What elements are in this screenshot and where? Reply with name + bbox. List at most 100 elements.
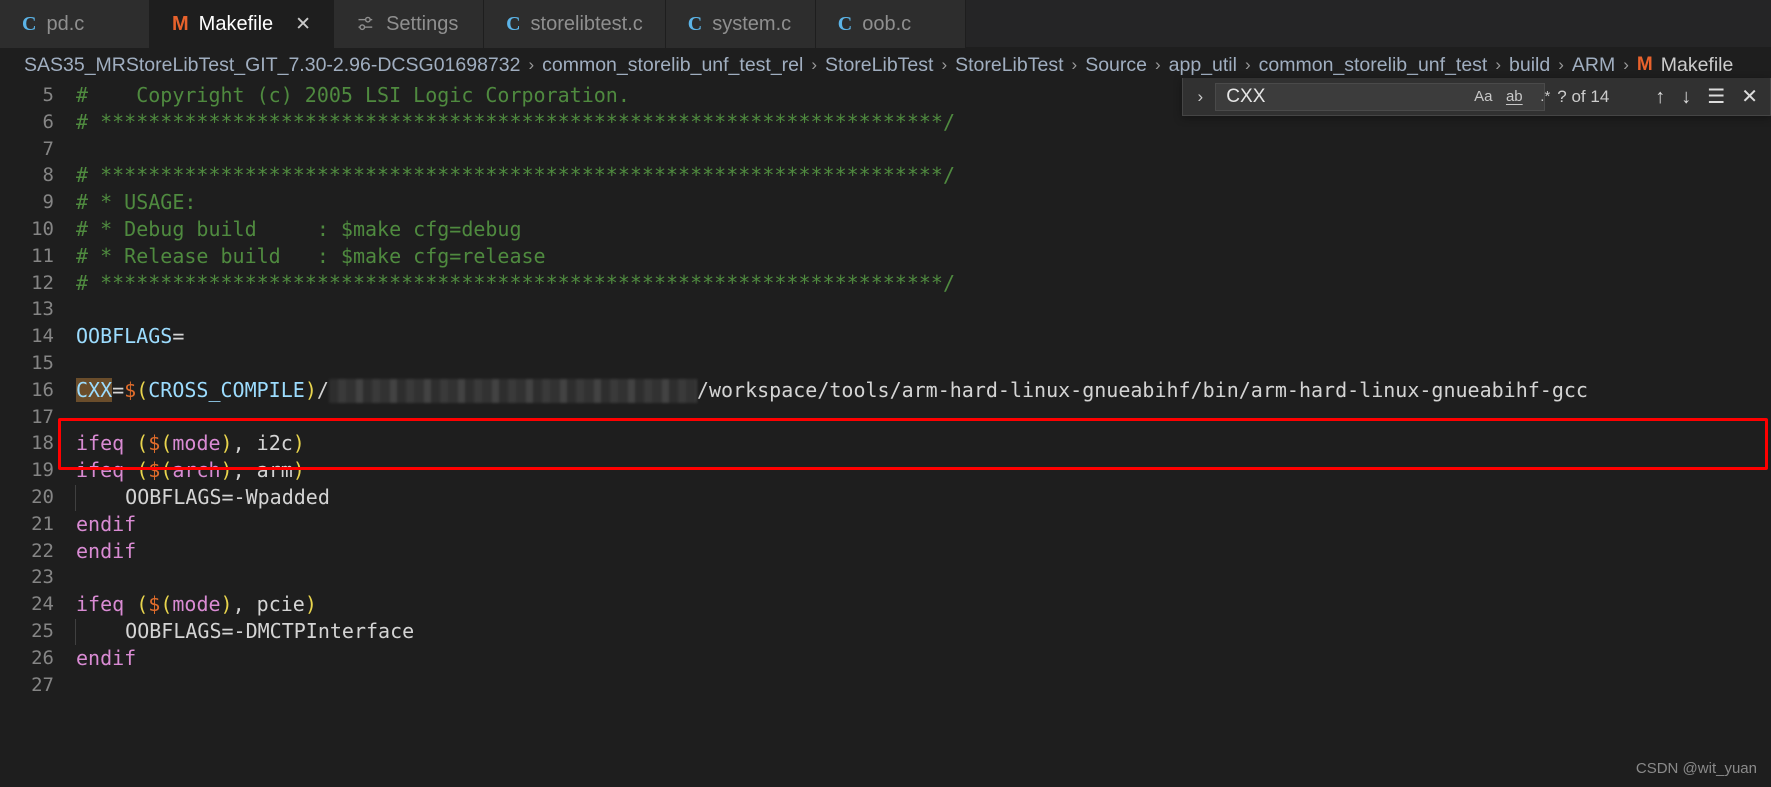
makefile-icon: M <box>172 13 189 35</box>
code-token: ) <box>304 377 317 402</box>
code-line[interactable]: 7 <box>0 136 1771 163</box>
code-line[interactable]: 22 endif <box>0 538 1771 565</box>
breadcrumb-item[interactable]: common_storelib_unf_test_rel <box>542 54 803 77</box>
breadcrumb-separator-icon: › <box>1623 55 1629 74</box>
line-number: 25 <box>31 619 54 642</box>
breadcrumb-item[interactable]: app_util <box>1169 54 1237 77</box>
search-match-highlight: CXX <box>76 377 113 402</box>
code-token: , i2c <box>232 431 293 456</box>
code-line[interactable]: 21 endif <box>0 511 1771 538</box>
breadcrumb-item[interactable]: build <box>1509 54 1550 77</box>
editor-tab-system-c[interactable]: Csystem.c <box>665 0 816 48</box>
code-line[interactable]: 13 <box>0 296 1771 323</box>
breadcrumb-item[interactable]: common_storelib_unf_test <box>1259 54 1488 77</box>
find-input-container[interactable]: Aa ab .* <box>1215 82 1550 111</box>
redacted-path-blur <box>328 379 697 404</box>
code-token: $ <box>124 377 137 402</box>
code-token: , arm <box>232 458 293 483</box>
code-token: OOBFLAGS=-Wpadded <box>77 484 330 509</box>
breadcrumb-item-current[interactable]: M Makefile <box>1637 54 1733 77</box>
code-line[interactable]: 12 # ************************************… <box>0 270 1771 297</box>
tab-label: pd.c <box>46 12 85 35</box>
c-file-icon: C <box>837 13 853 35</box>
previous-match-button[interactable]: ↑ <box>1655 87 1665 107</box>
editor-tab-makefile[interactable]: M Makefile ✕ <box>150 0 335 48</box>
code-token: ) <box>220 431 233 456</box>
code-line-content: # * USAGE: <box>76 189 1771 216</box>
code-line[interactable]: 23 <box>0 564 1771 591</box>
find-result-count: ? of 14 <box>1557 86 1610 106</box>
code-line[interactable]: 16 CXX=$(CROSS_COMPILE)/ /workspace/tools/… <box>0 377 1771 404</box>
code-token: # * Debug build : $make cfg=debug <box>76 216 522 241</box>
close-tab-icon[interactable]: ✕ <box>295 15 311 34</box>
use-regex-toggle[interactable]: .* <box>1533 86 1557 108</box>
code-token: ifeq <box>76 592 125 617</box>
code-token: ( <box>136 592 149 617</box>
code-line[interactable]: 18 ifeq ($(mode), i2c) <box>0 430 1771 457</box>
breadcrumb-item[interactable]: StoreLibTest <box>825 54 933 77</box>
find-in-selection-button[interactable]: ☰ <box>1707 87 1725 107</box>
find-action-buttons: ↑ ↓ ☰ ✕ <box>1655 87 1758 107</box>
breadcrumb-item[interactable]: StoreLibTest <box>955 54 1063 77</box>
code-line[interactable]: 19 ifeq ($(arch), arm) <box>0 457 1771 484</box>
c-file-icon: C <box>22 13 37 35</box>
code-token: ifeq <box>76 458 125 483</box>
code-token: # Copyright (c) 2005 LSI Logic Corporati… <box>76 83 630 107</box>
find-widget[interactable]: › Aa ab .* ? of 14 ↑ ↓ ☰ ✕ <box>1182 78 1771 116</box>
tab-label: Settings <box>386 12 459 35</box>
search-input[interactable] <box>1226 85 1472 108</box>
code-token: $ <box>148 592 161 617</box>
line-number: 17 <box>31 405 54 428</box>
close-find-button[interactable]: ✕ <box>1741 87 1758 107</box>
code-line[interactable]: 10 # * Debug build : $make cfg=debug <box>0 216 1771 243</box>
code-line[interactable]: 20 OOBFLAGS=-Wpadded <box>0 484 1771 512</box>
code-line[interactable]: 27 <box>0 672 1771 699</box>
code-line[interactable]: 8 # *************************************… <box>0 162 1771 189</box>
line-number: 7 <box>42 137 54 160</box>
line-number: 5 <box>42 84 54 106</box>
code-line-content: CXX=$(CROSS_COMPILE)/ /workspace/tools/ar… <box>76 377 1771 404</box>
editor-tab-settings[interactable]: Settings <box>334 0 485 48</box>
toggle-replace-icon[interactable]: › <box>1189 87 1211 107</box>
c-file-icon: C <box>687 13 703 35</box>
match-whole-word-toggle[interactable]: ab <box>1502 86 1526 108</box>
code-line-content: # **************************************… <box>76 270 1771 297</box>
code-line[interactable]: 14 OOBFLAGS= <box>0 323 1771 350</box>
code-editor[interactable]: 5 # Copyright (c) 2005 LSI Logic Corporat… <box>0 82 1771 698</box>
line-number: 19 <box>31 459 54 482</box>
editor-tab-oob-c[interactable]: Coob.c <box>815 0 966 48</box>
line-number: 12 <box>31 271 54 294</box>
code-line[interactable]: 15 <box>0 350 1771 377</box>
code-token: OOBFLAGS <box>76 324 173 349</box>
code-token: = <box>172 324 185 349</box>
line-number: 13 <box>31 298 54 321</box>
editor-tab-pd-c[interactable]: Cpd.c <box>0 0 150 48</box>
code-token: ) <box>220 592 233 617</box>
code-token: $ <box>148 458 161 483</box>
code-line[interactable]: 26 endif <box>0 645 1771 672</box>
code-line-content: endif <box>76 511 1771 538</box>
line-number: 16 <box>31 378 54 401</box>
settings-gear-icon <box>356 14 376 34</box>
code-line[interactable]: 17 <box>0 404 1771 431</box>
code-token: endif <box>76 511 137 536</box>
code-token: ( <box>136 458 149 483</box>
watermark: CSDN @wit_yuan <box>1635 760 1757 777</box>
code-token: ) <box>292 431 305 456</box>
code-token: arch <box>172 458 221 483</box>
breadcrumb-item[interactable]: SAS35_MRStoreLibTest_GIT_7.30-2.96-DCSG0… <box>24 54 520 77</box>
tab-label: Makefile <box>198 12 274 35</box>
breadcrumb-item[interactable]: ARM <box>1572 54 1615 77</box>
next-match-button[interactable]: ↓ <box>1681 87 1691 107</box>
code-line-content: ifeq ($(mode), pcie) <box>76 591 1771 618</box>
code-line[interactable]: 24 ifeq ($(mode), pcie) <box>0 591 1771 618</box>
breadcrumb-item[interactable]: Source <box>1085 54 1147 77</box>
vscode-window: Cpd.c M Makefile ✕ Settings Cstorelibtest.c Cs… <box>0 0 1771 787</box>
code-line[interactable]: 9 # * USAGE: <box>0 189 1771 216</box>
code-line[interactable]: 25 OOBFLAGS=-DMCTPInterface <box>0 618 1771 646</box>
code-line[interactable]: 11 # * Release build : $make cfg=release <box>0 243 1771 270</box>
match-case-toggle[interactable]: Aa <box>1471 86 1495 108</box>
find-options: Aa ab .* <box>1471 86 1557 108</box>
editor-tab-storelibtest-c[interactable]: Cstorelibtest.c <box>484 0 666 48</box>
